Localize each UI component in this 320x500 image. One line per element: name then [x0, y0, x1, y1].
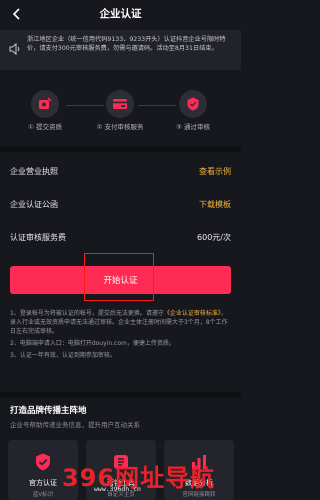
section-title: 打造品牌传播主阵地 — [10, 406, 87, 416]
submit-docs-icon — [31, 90, 59, 118]
row-label: 企业认证公函 — [10, 200, 58, 209]
watermark: 396网址导航 www.396dh.cn — [62, 458, 234, 498]
approved-icon — [179, 90, 207, 118]
row-business-license: 企业营业执照 查看示例 — [0, 160, 241, 184]
highlight-box — [84, 253, 154, 301]
step-label: ③ 通过审核 — [176, 123, 210, 131]
section-divider — [0, 146, 241, 152]
audit-standard-link[interactable]: 《企业认证审核标准》 — [164, 310, 221, 317]
section-subtitle: 企业号帮助传递业务信息，提升用户互动关系 — [10, 421, 140, 429]
row-review-fee: 认证审核服务费 600元/次 — [0, 226, 241, 250]
view-example-link[interactable]: 查看示例 — [199, 166, 231, 177]
note-3: 3、认证一年有效，认证到期参加审核。 — [10, 352, 116, 359]
page-title: 企业认证 — [99, 8, 142, 20]
verified-shield-icon — [33, 452, 53, 472]
notice-banner: 浙江地区企业（统一信用代码9133、9233开头）认证抖音企业号限时特价，请支付… — [0, 30, 241, 70]
step-label: ② 支付审核服务 — [96, 123, 144, 131]
step-submit: ① 提交资质 — [13, 90, 77, 131]
download-template-link[interactable]: 下载模板 — [199, 199, 231, 210]
section-divider — [0, 392, 241, 398]
notice-text: 浙江地区企业（统一信用代码9133、9233开头）认证抖音企业号限时特价，请支付… — [27, 36, 226, 53]
fee-value: 600元/次 — [197, 233, 231, 242]
speaker-icon — [8, 41, 22, 56]
row-label: 认证审核服务费 — [10, 233, 66, 242]
step-approved: ③ 通过审核 — [161, 90, 225, 131]
watermark-url: www.396dh.cn — [94, 485, 141, 493]
row-auth-letter: 企业认证公函 下载模板 — [0, 193, 241, 217]
step-pay: ② 支付审核服务 — [88, 90, 152, 131]
note-2: 2、电脑端申请入口：电脑打开douyin.com，便捷上传资质。 — [10, 340, 175, 347]
notes: 1、登录帐号为将被认证的帐号，提交后无法更换。请遵守《企业认证审核标准》，录入行… — [10, 309, 232, 363]
top-bar: 企业认证 — [0, 0, 241, 26]
step-label: ① 提交资质 — [28, 123, 62, 131]
row-label: 企业营业执照 — [10, 167, 58, 176]
note-1: 1、登录帐号为将被认证的帐号，提交后无法更换。请遵守《企业认证审核标准》，录入行… — [10, 310, 228, 335]
payment-icon — [106, 90, 134, 118]
